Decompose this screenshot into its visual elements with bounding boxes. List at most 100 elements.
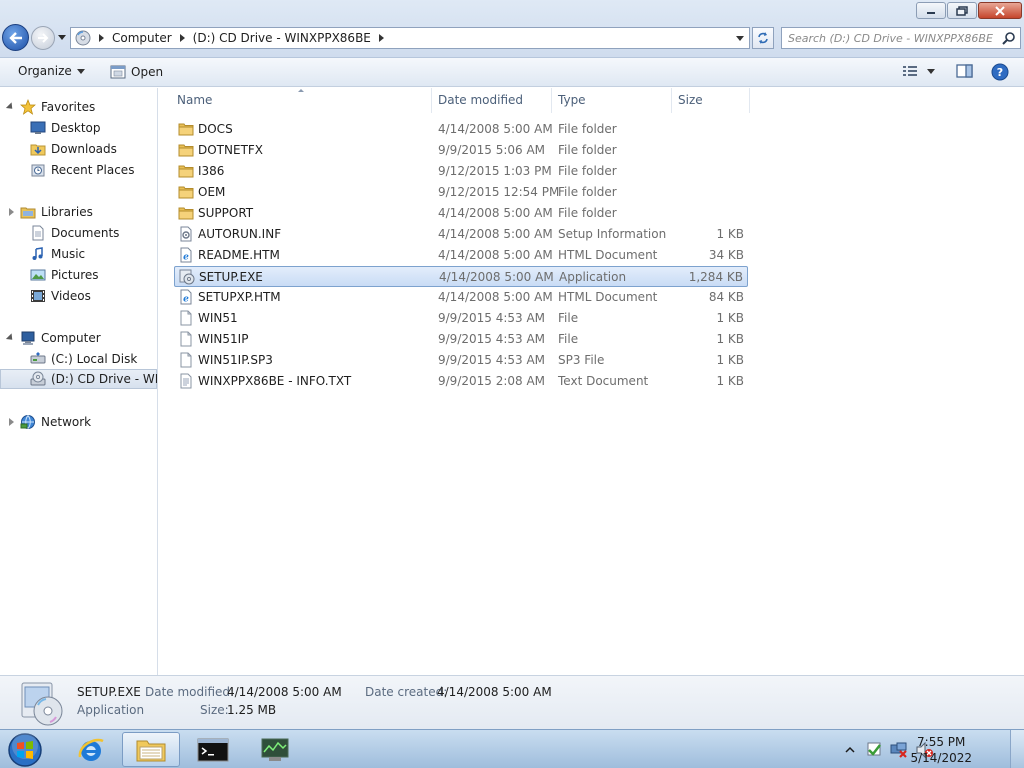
file-name: AUTORUN.INF [198, 227, 282, 241]
recent-pages-dropdown[interactable] [58, 35, 66, 40]
close-button[interactable] [978, 2, 1022, 19]
downloads-folder-icon [30, 144, 46, 156]
breadcrumb-computer[interactable]: Computer [112, 31, 172, 45]
open-button[interactable]: Open [110, 64, 163, 80]
file-type: File folder [558, 164, 617, 178]
title-bar: Computer (D:) CD Drive - WINXPPX86BE [0, 0, 1024, 58]
file-date-modified: 4/14/2008 5:00 AM [438, 122, 553, 136]
nav-item-pictures[interactable]: Pictures [0, 265, 99, 285]
file-name: README.HTM [198, 248, 280, 262]
file-row[interactable]: SETUP.EXE 4/14/2008 5:00 AM Application 1,2… [174, 266, 748, 287]
nav-item-videos[interactable]: Videos [0, 286, 91, 306]
preview-pane-button[interactable] [956, 63, 974, 79]
organize-button[interactable]: Organize [18, 64, 85, 78]
file-row[interactable]: DOCS 4/14/2008 5:00 AM File folder [174, 119, 748, 140]
help-button[interactable]: ? [991, 63, 1009, 81]
details-created-value: 4/14/2008 5:00 AM [437, 685, 552, 699]
address-history-dropdown[interactable] [736, 36, 744, 41]
setup-info-icon [180, 226, 192, 242]
file-row[interactable]: e SETUPXP.HTM 4/14/2008 5:00 AM HTML Docume… [174, 287, 748, 308]
file-row[interactable]: e README.HTM 4/14/2008 5:00 AM HTML Documen… [174, 245, 748, 266]
expand-arrow-icon[interactable] [9, 418, 14, 426]
show-hidden-icons-icon[interactable] [845, 745, 855, 755]
breadcrumb-separator[interactable] [378, 34, 384, 42]
file-row[interactable]: WIN51IP 9/9/2015 4:53 AM File 1 KB [174, 329, 748, 350]
change-view-button[interactable] [901, 63, 919, 79]
file-row[interactable]: SUPPORT 4/14/2008 5:00 AM File folder [174, 203, 748, 224]
file-date-modified: 9/12/2015 12:54 PM [438, 185, 560, 199]
file-size: 1,284 KB [688, 270, 743, 284]
collapse-arrow-icon[interactable] [5, 333, 16, 343]
forward-arrow-icon [38, 33, 49, 43]
file-type: HTML Document [558, 248, 658, 262]
nav-item-downloads[interactable]: Downloads [0, 139, 117, 159]
nav-favorites[interactable]: Favorites [0, 97, 95, 117]
clock-time: 7:55 PM [917, 735, 966, 749]
nav-computer[interactable]: Computer [0, 328, 101, 348]
refresh-button[interactable] [752, 27, 774, 49]
start-button[interactable] [3, 731, 47, 768]
explorer-folder-icon [136, 740, 166, 761]
cd-drive-icon [30, 371, 46, 386]
file-size: 34 KB [708, 248, 744, 262]
expand-arrow-icon[interactable] [9, 208, 14, 216]
minimize-button[interactable] [916, 2, 946, 19]
maximize-button[interactable] [947, 2, 977, 19]
action-center-icon[interactable] [865, 741, 883, 759]
nav-item-cd-drive[interactable]: (D:) CD Drive - WINXPPX86BE [0, 369, 157, 389]
blank-file-icon [180, 331, 192, 347]
nav-item-music[interactable]: Music [0, 244, 85, 264]
breadcrumb-separator[interactable] [99, 34, 104, 42]
taskbar: 7:55 PM 5/14/2022 [0, 729, 1024, 768]
setup-exe-icon [179, 269, 195, 285]
breadcrumb-separator[interactable] [179, 34, 185, 42]
nav-libraries[interactable]: Libraries [0, 202, 93, 222]
nav-item-local-disk[interactable]: (C:) Local Disk [0, 349, 137, 369]
file-row[interactable]: AUTORUN.INF 4/14/2008 5:00 AM Setup Inform… [174, 224, 748, 245]
documents-icon [32, 225, 44, 241]
taskbar-windows-explorer[interactable] [122, 732, 180, 767]
file-row[interactable]: I386 9/12/2015 1:03 PM File folder [174, 161, 748, 182]
details-modified-value: 4/14/2008 5:00 AM [227, 685, 342, 699]
search-box[interactable] [781, 27, 1021, 49]
column-headers: Name Date modified Type Size [159, 88, 759, 113]
taskbar-command-prompt[interactable] [184, 732, 242, 767]
file-row[interactable]: OEM 9/12/2015 12:54 PM File folder [174, 182, 748, 203]
column-header-type-label: Type [558, 93, 586, 107]
taskbar-clock[interactable]: 7:55 PM 5/14/2022 [910, 734, 972, 766]
taskbar-internet-explorer[interactable] [62, 732, 120, 767]
nav-item-desktop[interactable]: Desktop [0, 118, 101, 138]
search-icon[interactable] [1002, 31, 1016, 45]
taskbar-network-app[interactable] [246, 732, 304, 767]
file-date-modified: 4/14/2008 5:00 AM [438, 290, 553, 304]
folder-icon [178, 165, 194, 178]
file-name: SETUPXP.HTM [198, 290, 281, 304]
column-header-date[interactable]: Date modified [432, 88, 552, 113]
nav-network[interactable]: Network [0, 412, 91, 432]
forward-button[interactable] [31, 26, 55, 50]
ie-document-icon: e [180, 289, 192, 305]
breadcrumb-cd-drive[interactable]: (D:) CD Drive - WINXPPX86BE [193, 31, 371, 45]
column-header-type[interactable]: Type [552, 88, 672, 113]
details-pane: SETUP.EXE Application Date modified: 4/1… [0, 675, 1024, 729]
file-row[interactable]: WIN51 9/9/2015 4:53 AM File 1 KB [174, 308, 748, 329]
search-input[interactable] [788, 31, 998, 45]
back-button[interactable] [2, 24, 29, 51]
file-date-modified: 4/14/2008 5:00 AM [438, 227, 553, 241]
file-row[interactable]: WIN51IP.SP3 9/9/2015 4:53 AM SP3 File 1 KB [174, 350, 748, 371]
column-header-size[interactable]: Size [672, 88, 750, 113]
nav-item-recent-places[interactable]: Recent Places [0, 160, 134, 180]
file-row[interactable]: DOTNETFX 9/9/2015 5:06 AM File folder [174, 140, 748, 161]
folder-icon [178, 186, 194, 199]
network-status-icon[interactable] [889, 741, 909, 759]
nav-item-documents[interactable]: Documents [0, 223, 119, 243]
nav-network-label: Network [41, 415, 92, 429]
view-options-dropdown[interactable] [927, 69, 935, 74]
file-date-modified: 9/9/2015 4:53 AM [438, 332, 546, 346]
show-desktop-button[interactable] [1010, 730, 1024, 768]
collapse-arrow-icon[interactable] [5, 102, 16, 112]
recent-places-icon [31, 164, 45, 177]
file-row[interactable]: WINXPPX86BE - INFO.TXT 9/9/2015 2:08 AM Te… [174, 371, 748, 392]
address-bar[interactable]: Computer (D:) CD Drive - WINXPPX86BE [70, 27, 750, 49]
folder-icon [178, 123, 194, 136]
